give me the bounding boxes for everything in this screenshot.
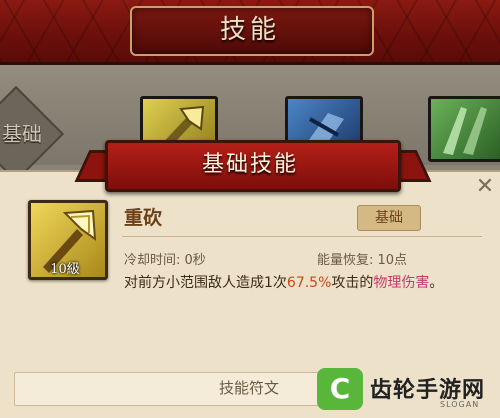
desc-percent: 67.5%	[286, 275, 332, 291]
energy-stat: 能量恢复: 10点	[317, 253, 408, 268]
divider	[122, 236, 482, 237]
desc-count: 1次	[264, 275, 287, 291]
desc-end: 。	[429, 275, 444, 291]
skill-level: 10級	[50, 262, 80, 277]
skill-name: 重砍	[124, 207, 163, 229]
dialog-title: 基础技能	[201, 152, 298, 177]
watermark-slogan: SLOGAN	[440, 400, 480, 409]
green-skill-tab-icon[interactable]	[428, 96, 500, 162]
desc-part1: 对前方小范围敌人造成	[124, 275, 264, 291]
desc-part2: 攻击的	[331, 275, 374, 291]
skill-description: 对前方小范围敌人造成1次67.5%攻击的物理伤害。	[124, 272, 484, 295]
tab-basic-label: 基础	[2, 122, 42, 146]
desc-physical-damage: 物理伤害	[373, 275, 430, 291]
page-title: 技能	[219, 15, 280, 45]
cooldown-stat: 冷却时间: 0秒	[124, 253, 206, 268]
close-icon[interactable]: ✕	[474, 176, 496, 198]
watermark-logo-letter: C	[329, 372, 351, 405]
skill-type-badge: 基础	[357, 205, 421, 231]
